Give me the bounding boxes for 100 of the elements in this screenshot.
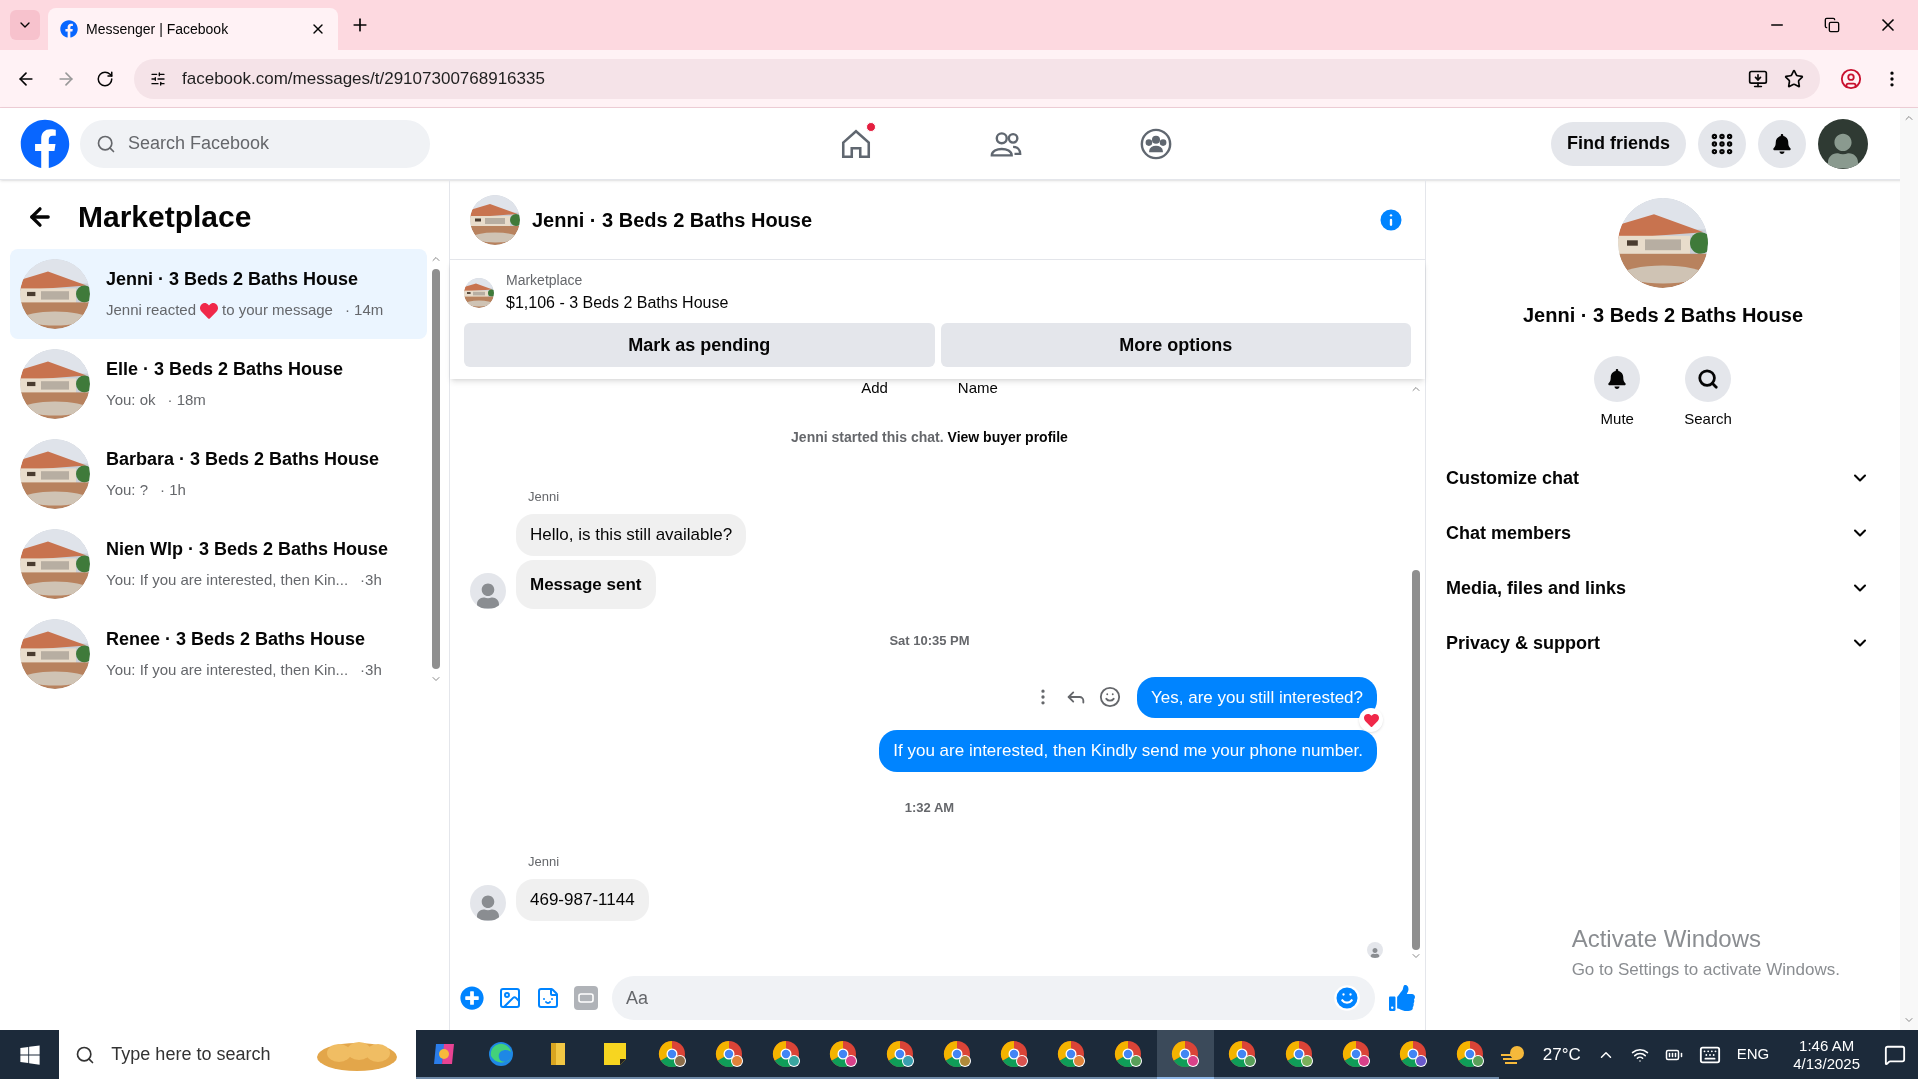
bell-icon — [1607, 369, 1628, 389]
browser-tab[interactable]: Messenger | Facebook — [48, 8, 338, 50]
conversation-title: Barbara · 3 Beds 2 Baths House — [106, 448, 380, 472]
search-field[interactable]: Search Facebook — [80, 119, 430, 168]
browser-icon[interactable] — [1284, 1038, 1315, 1069]
mute-button[interactable] — [1594, 356, 1641, 402]
person-icon — [1370, 948, 1380, 958]
conversation-item[interactable]: Nien Wlp · 3 Beds 2 Baths House You: If you are interested, then Kin... ·3h — [10, 519, 427, 609]
sender-name: Jenni — [528, 489, 560, 504]
message-preview: You: If you are interested, then Kin... — [106, 570, 349, 591]
search-button[interactable] — [1685, 356, 1731, 402]
cut-label: Name — [957, 379, 998, 397]
message-time: · 1h — [160, 480, 186, 501]
emoji-icon[interactable] — [1333, 984, 1361, 1012]
message-preview: to your message — [222, 300, 333, 321]
browser-icon[interactable] — [714, 1038, 745, 1069]
bell-icon — [1772, 133, 1792, 154]
menu-button[interactable] — [1698, 119, 1746, 168]
start-icon[interactable] — [18, 1043, 41, 1066]
browser-icon[interactable] — [942, 1038, 973, 1069]
browser-icon[interactable] — [1341, 1038, 1372, 1069]
bookmark-icon[interactable] — [1784, 68, 1804, 89]
search-icon — [96, 133, 116, 154]
buyer-profile-link[interactable]: View buyer profile — [947, 427, 1068, 448]
message-preview: You: ? — [106, 480, 148, 501]
timestamp: Sat 10:35 PM — [889, 632, 970, 650]
temperature: 27°C — [1542, 1043, 1581, 1066]
chat-title: Jenni · 3 Beds 2 Baths House — [532, 207, 814, 233]
cut-label: Add — [861, 379, 888, 397]
restore-icon[interactable] — [1824, 17, 1840, 33]
browser-icon[interactable] — [1455, 1038, 1486, 1069]
account-avatar[interactable] — [1818, 118, 1868, 169]
taskbar-search-field[interactable]: Type here to search — [59, 1030, 416, 1079]
conversation-title: Renee · 3 Beds 2 Baths House — [106, 628, 367, 652]
browser-icon[interactable] — [1056, 1038, 1087, 1069]
activation-title: Activate Windows — [1571, 923, 1763, 954]
message-time: · 14m — [344, 300, 384, 321]
timestamp: 1:32 AM — [904, 798, 955, 817]
edge-icon[interactable] — [487, 1039, 516, 1068]
clock-date[interactable]: 4/13/2025 — [1793, 1054, 1860, 1073]
message-field[interactable]: Aa — [612, 976, 1375, 1020]
accordion-header[interactable]: Media, files and links — [1446, 560, 1880, 616]
message-time: ·3h — [360, 570, 382, 591]
add-icon[interactable] — [460, 986, 484, 1010]
notifications-icon[interactable] — [1884, 1043, 1906, 1066]
browser-icon[interactable] — [1113, 1038, 1144, 1069]
install-icon[interactable] — [1748, 68, 1768, 89]
message-time: ·3h — [360, 660, 382, 681]
browser-icon[interactable] — [1227, 1038, 1258, 1069]
react-icon[interactable] — [1099, 686, 1121, 709]
browser-icon[interactable] — [771, 1038, 802, 1069]
photo-icon[interactable] — [498, 986, 522, 1010]
message-preview: You: ok — [106, 390, 156, 411]
facebook-logo — [60, 20, 78, 38]
person-icon — [1828, 132, 1858, 169]
conversation-item[interactable]: Barbara · 3 Beds 2 Baths House You: ? · 1h — [10, 429, 427, 519]
like-icon[interactable] — [1389, 985, 1415, 1011]
groups-icon[interactable] — [1138, 126, 1173, 161]
sender-name: Jenni — [528, 854, 560, 869]
conversation-item[interactable]: Elle · 3 Beds 2 Baths House You: ok · 18m — [10, 339, 427, 429]
conversation-item[interactable]: Jenni · 3 Beds 2 Baths House Jenni reacted to your message · 14m — [10, 249, 427, 339]
browser-icon[interactable] — [828, 1038, 859, 1069]
browser-icon[interactable] — [999, 1038, 1030, 1069]
accordion-header[interactable]: Privacy & support — [1446, 615, 1880, 671]
browser-icon[interactable] — [1398, 1038, 1429, 1069]
panel-title: Marketplace — [78, 199, 252, 235]
conversation-title: Nien Wlp · 3 Beds 2 Baths House — [106, 538, 389, 562]
sticker-icon[interactable] — [536, 986, 560, 1010]
message-bubble: If you are interested, then Kindly send me your phone number. — [879, 730, 1377, 772]
listing-action-button[interactable]: More options — [940, 323, 1411, 367]
browser-icon[interactable] — [1170, 1038, 1201, 1069]
message-preview: You: If you are interested, then Kin... — [106, 660, 349, 681]
accordion-header[interactable]: Customize chat — [1446, 450, 1880, 506]
activation-subtitle: Go to Settings to activate Windows. — [1571, 958, 1840, 981]
action-label: Search — [1684, 409, 1732, 429]
site-info-icon[interactable] — [150, 70, 166, 87]
message-bubble: Hello, is this still available? — [516, 514, 747, 556]
profile-icon[interactable] — [1840, 67, 1862, 90]
accordion-header[interactable]: Chat members — [1446, 505, 1880, 561]
conversation-title: Jenni · 3 Beds 2 Baths House — [106, 268, 360, 292]
message-preview: Jenni reacted — [106, 300, 197, 321]
listing-action-button[interactable]: Mark as pending — [464, 323, 935, 367]
search-icon — [1697, 368, 1719, 390]
notifications-button[interactable] — [1758, 119, 1806, 168]
message-bubble: 469-987-1144 — [516, 879, 649, 921]
search-icon — [75, 1044, 96, 1065]
language-indicator[interactable]: ENG — [1736, 1043, 1770, 1066]
browser-icon[interactable] — [885, 1038, 916, 1069]
reload-icon[interactable] — [96, 69, 114, 88]
message-bubble: Yes, are you still interested? — [1137, 676, 1377, 718]
listing-label: Marketplace — [506, 271, 584, 290]
find-friends-button[interactable]: Find friends — [1551, 121, 1686, 166]
message-bubble: Message sent — [516, 559, 656, 609]
clock-time[interactable]: 1:46 AM — [1799, 1036, 1855, 1055]
facebook-logo[interactable] — [20, 118, 70, 169]
address-bar[interactable]: facebook.com/messages/t/29107300768916335 — [134, 58, 1820, 99]
conversation-item[interactable]: Renee · 3 Beds 2 Baths House You: If you are interested, then Kin... ·3h — [10, 609, 427, 699]
tab-search-button[interactable] — [10, 10, 40, 40]
browser-icon[interactable] — [657, 1038, 688, 1069]
action-label: Mute — [1600, 409, 1634, 429]
